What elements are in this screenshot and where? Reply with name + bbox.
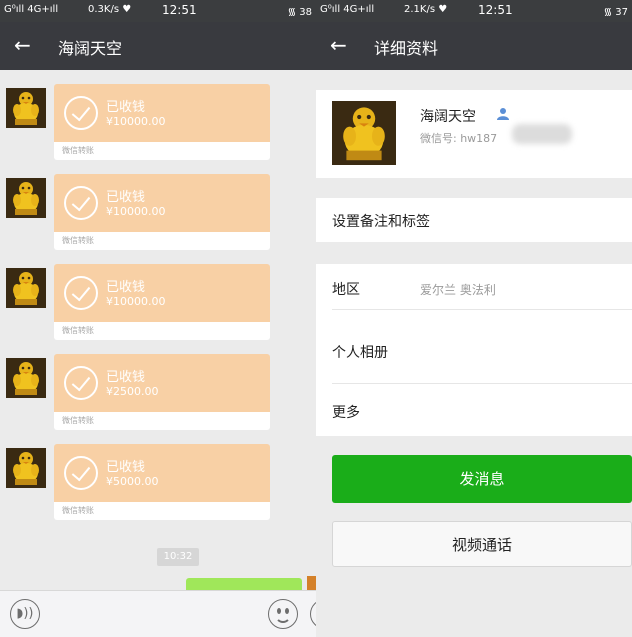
check-icon [64,276,98,310]
wifi-battery-indicator: ᯾ 37 [603,7,628,18]
more-label: 更多 [332,405,360,421]
page-title: 详细资料 [374,39,439,58]
emoji-icon[interactable] [268,599,298,629]
transfer-tag: 微信转账 [62,236,94,245]
transfer-status: 已收钱 [106,460,146,475]
transfer-message: 已收钱 ¥10000.00 微信转账 [0,174,316,254]
transfer-card[interactable]: 已收钱 ¥5000.00 微信转账 [54,444,270,522]
region-row[interactable]: 地区 爱尔兰 奥法利 [316,264,632,310]
transfer-amount: ¥10000.00 [106,115,166,128]
transfer-card[interactable]: 已收钱 ¥10000.00 微信转账 [54,84,270,162]
back-arrow-icon[interactable]: ← [330,33,347,57]
transfer-tag: 微信转账 [62,416,94,425]
transfer-tag: 微信转账 [62,146,94,155]
transfer-amount: ¥10000.00 [106,295,166,308]
transfer-card[interactable]: 已收钱 ¥2500.00 微信转账 [54,354,270,432]
redaction-blur [512,124,572,144]
transfer-tag: 微信转账 [62,506,94,515]
network-speed: 0.3K/s ♥ [88,4,132,15]
chat-title: 海阔天空 [58,39,123,58]
back-arrow-icon[interactable]: ← [14,33,31,57]
transfer-message: 已收钱 ¥10000.00 微信转账 [0,264,316,344]
transfer-status: 已收钱 [106,190,146,205]
album-row[interactable]: 个人相册 [316,310,632,384]
region-label: 地区 [332,282,360,298]
chat-header: ← 海阔天空 [0,22,316,70]
contact-avatar[interactable] [6,268,46,308]
transfer-message: 已收钱 ¥2500.00 微信转账 [0,354,316,434]
profile-card: 海阔天空 微信号: hw187 [316,90,632,178]
contact-avatar[interactable] [6,358,46,398]
transfer-status: 已收钱 [106,280,146,295]
contact-avatar[interactable] [6,178,46,218]
clock: 12:51 [162,3,197,17]
transfer-status: 已收钱 [106,370,146,385]
check-icon [64,96,98,130]
timestamp-chip: 10:32 [157,548,199,566]
signal-indicator: G⁰ıll 4G+ıll [4,4,59,15]
check-icon [64,366,98,400]
status-bar: G⁰ıll 4G+ıll 0.3K/s ♥ 12:51 ᯾ 38 [0,0,316,22]
signal-indicator: G⁰ıll 4G+ıll [320,4,375,15]
wifi-battery-indicator: ᯾ 38 [287,7,312,18]
transfer-message: 已收钱 ¥10000.00 微信转账 [0,84,316,164]
input-bar: ◗)) [0,590,316,637]
own-avatar[interactable] [307,576,316,590]
transfer-card[interactable]: 已收钱 ¥10000.00 微信转账 [54,264,270,342]
region-value: 爱尔兰 奥法利 [420,283,496,297]
network-speed: 2.1K/s ♥ [404,4,448,15]
transfer-card[interactable]: 已收钱 ¥10000.00 微信转账 [54,174,270,252]
profile-header: ← 详细资料 [316,22,632,70]
remark-row[interactable]: 设置备注和标签 [316,198,632,242]
clock: 12:51 [478,3,513,17]
profile-avatar[interactable] [332,101,396,165]
transfer-amount: ¥10000.00 [106,205,166,218]
info-list: 地区 爱尔兰 奥法利 个人相册 更多 [316,264,632,436]
more-row[interactable]: 更多 [316,384,632,436]
voice-input-icon[interactable]: ◗)) [10,599,40,629]
person-icon [497,108,509,120]
profile-screen: G⁰ıll 4G+ıll 2.1K/s ♥ 12:51 ᯾ 37 ← 详细资料 … [316,0,632,637]
remark-label: 设置备注和标签 [332,214,430,230]
chat-screen: G⁰ıll 4G+ıll 0.3K/s ♥ 12:51 ᯾ 38 ← 海阔天空 … [0,0,316,637]
profile-name: 海阔天空 [420,109,476,125]
transfer-message: 已收钱 ¥5000.00 微信转账 [0,444,316,524]
wechat-id: 微信号: hw187 [420,132,498,145]
contact-avatar[interactable] [6,448,46,488]
check-icon [64,456,98,490]
video-call-button[interactable]: 视频通话 [332,521,632,567]
check-icon [64,186,98,220]
album-label: 个人相册 [332,345,388,361]
transfer-status: 已收钱 [106,100,146,115]
transfer-amount: ¥2500.00 [106,385,159,398]
status-bar: G⁰ıll 4G+ıll 2.1K/s ♥ 12:51 ᯾ 37 [316,0,632,22]
contact-avatar[interactable] [6,88,46,128]
send-message-button[interactable]: 发消息 [332,455,632,503]
transfer-tag: 微信转账 [62,326,94,335]
transfer-amount: ¥5000.00 [106,475,159,488]
